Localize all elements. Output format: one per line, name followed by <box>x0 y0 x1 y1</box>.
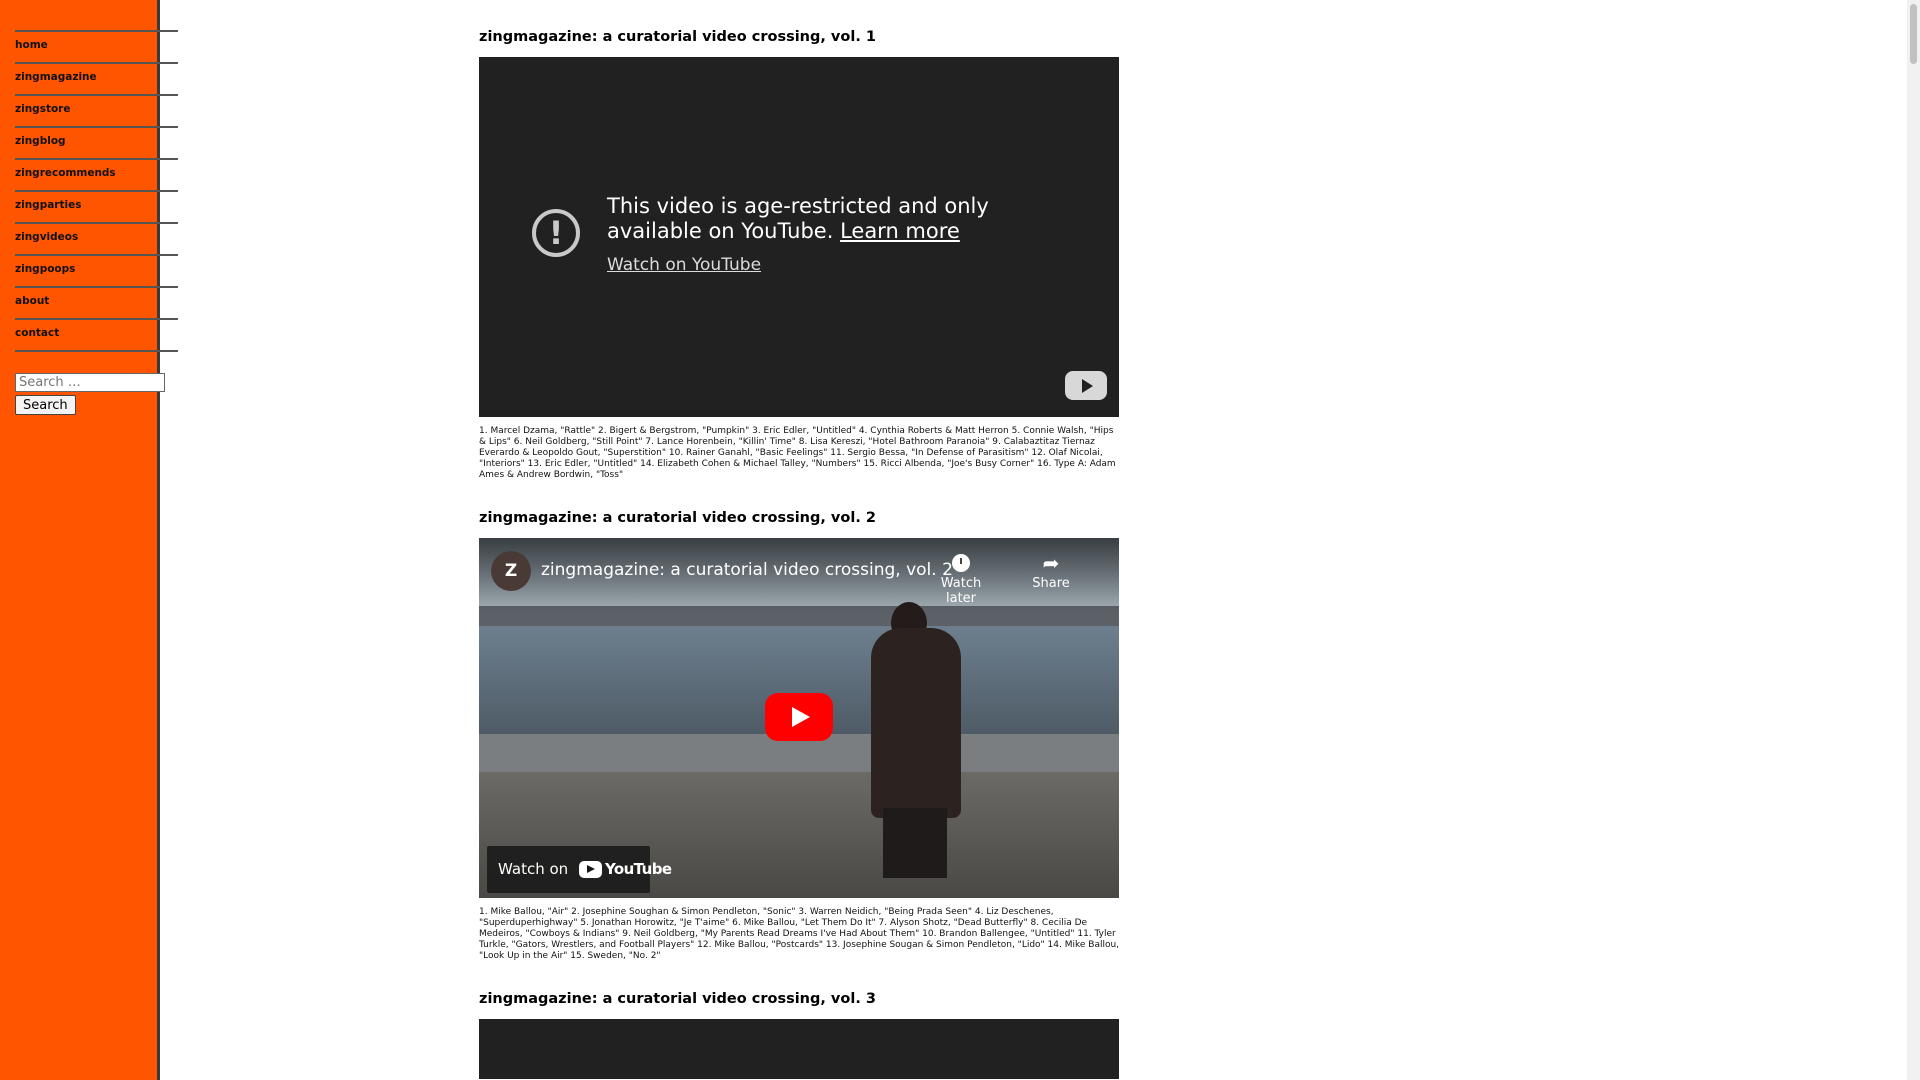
nav-item-zingrecommends: zingrecommends <box>15 158 178 190</box>
nav-item-zingstore: zingstore <box>15 94 178 126</box>
watch-later-button[interactable]: Watch later <box>931 550 991 606</box>
play-button[interactable] <box>765 693 833 741</box>
youtube-logo-icon <box>579 861 602 878</box>
nav-link-zingblog[interactable]: zingblog <box>15 128 178 147</box>
nav-item-contact: contact <box>15 318 178 352</box>
post-title[interactable]: zingmagazine: a curatorial video crossin… <box>479 29 876 45</box>
age-restricted-message: This video is age-restricted and only av… <box>607 194 1077 244</box>
learn-more-link[interactable]: Learn more <box>840 219 960 243</box>
nav-item-zingpoops: zingpoops <box>15 254 178 286</box>
youtube-wordmark: YouTube <box>605 860 672 878</box>
nav-item-home: home <box>15 30 178 62</box>
video-caption: 1. Mike Ballou, "Air" 2. Josephine Sough… <box>479 907 1120 961</box>
nav-link-zingparties[interactable]: zingparties <box>15 192 178 211</box>
nav-link-zingvideos[interactable]: zingvideos <box>15 224 178 243</box>
video-player[interactable] <box>479 1019 1119 1079</box>
scrollbar[interactable] <box>1907 0 1920 1080</box>
search-button[interactable]: Search <box>15 395 76 415</box>
nav-item-zingvideos: zingvideos <box>15 222 178 254</box>
nav-link-contact[interactable]: contact <box>15 320 178 339</box>
search-input[interactable] <box>15 373 165 392</box>
search-form: Search <box>15 373 165 415</box>
nav-link-zingrecommends[interactable]: zingrecommends <box>15 160 178 179</box>
thumbnail-figure <box>871 628 961 818</box>
post-title[interactable]: zingmagazine: a curatorial video crossin… <box>479 991 876 1007</box>
share-button[interactable]: ➦ Share <box>1021 550 1081 591</box>
video-player[interactable]: Z zingmagazine: a curatorial video cross… <box>479 538 1119 898</box>
clock-icon <box>931 550 991 576</box>
thumbnail-figure-legs <box>883 808 947 878</box>
nav-link-zingmagazine[interactable]: zingmagazine <box>15 64 178 83</box>
nav-item-zingmagazine: zingmagazine <box>15 62 178 94</box>
youtube-logo-icon[interactable] <box>1065 371 1107 400</box>
share-icon: ➦ <box>1042 551 1060 575</box>
scrollbar-thumb[interactable] <box>1910 4 1917 64</box>
share-label: Share <box>1032 576 1070 591</box>
nav-link-home[interactable]: home <box>15 32 178 51</box>
nav-link-zingpoops[interactable]: zingpoops <box>15 256 178 275</box>
video-title[interactable]: zingmagazine: a curatorial video crossin… <box>541 560 953 580</box>
watch-later-label: Watch later <box>940 576 982 606</box>
watch-on-youtube-button[interactable]: Watch on YouTube <box>487 846 672 893</box>
sidebar-nav: home zingmagazine zingstore zingblog zin… <box>15 30 178 352</box>
video-caption: 1. Marcel Dzama, "Rattle" 2. Bigert & Be… <box>479 426 1116 480</box>
post-title[interactable]: zingmagazine: a curatorial video crossin… <box>479 510 876 526</box>
video-player-restricted[interactable]: ! This video is age-restricted and only … <box>479 57 1119 417</box>
nav-item-zingblog: zingblog <box>15 126 178 158</box>
alert-icon: ! <box>532 209 580 257</box>
nav-item-about: about <box>15 286 178 318</box>
channel-avatar[interactable]: Z <box>491 551 531 591</box>
nav-link-about[interactable]: about <box>15 288 178 307</box>
sidebar: home zingmagazine zingstore zingblog zin… <box>0 0 178 1080</box>
watch-on-youtube-link[interactable]: Watch on YouTube <box>607 255 761 275</box>
nav-link-zingstore[interactable]: zingstore <box>15 96 178 115</box>
nav-item-zingparties: zingparties <box>15 190 178 222</box>
watch-on-label: Watch on <box>498 860 569 878</box>
